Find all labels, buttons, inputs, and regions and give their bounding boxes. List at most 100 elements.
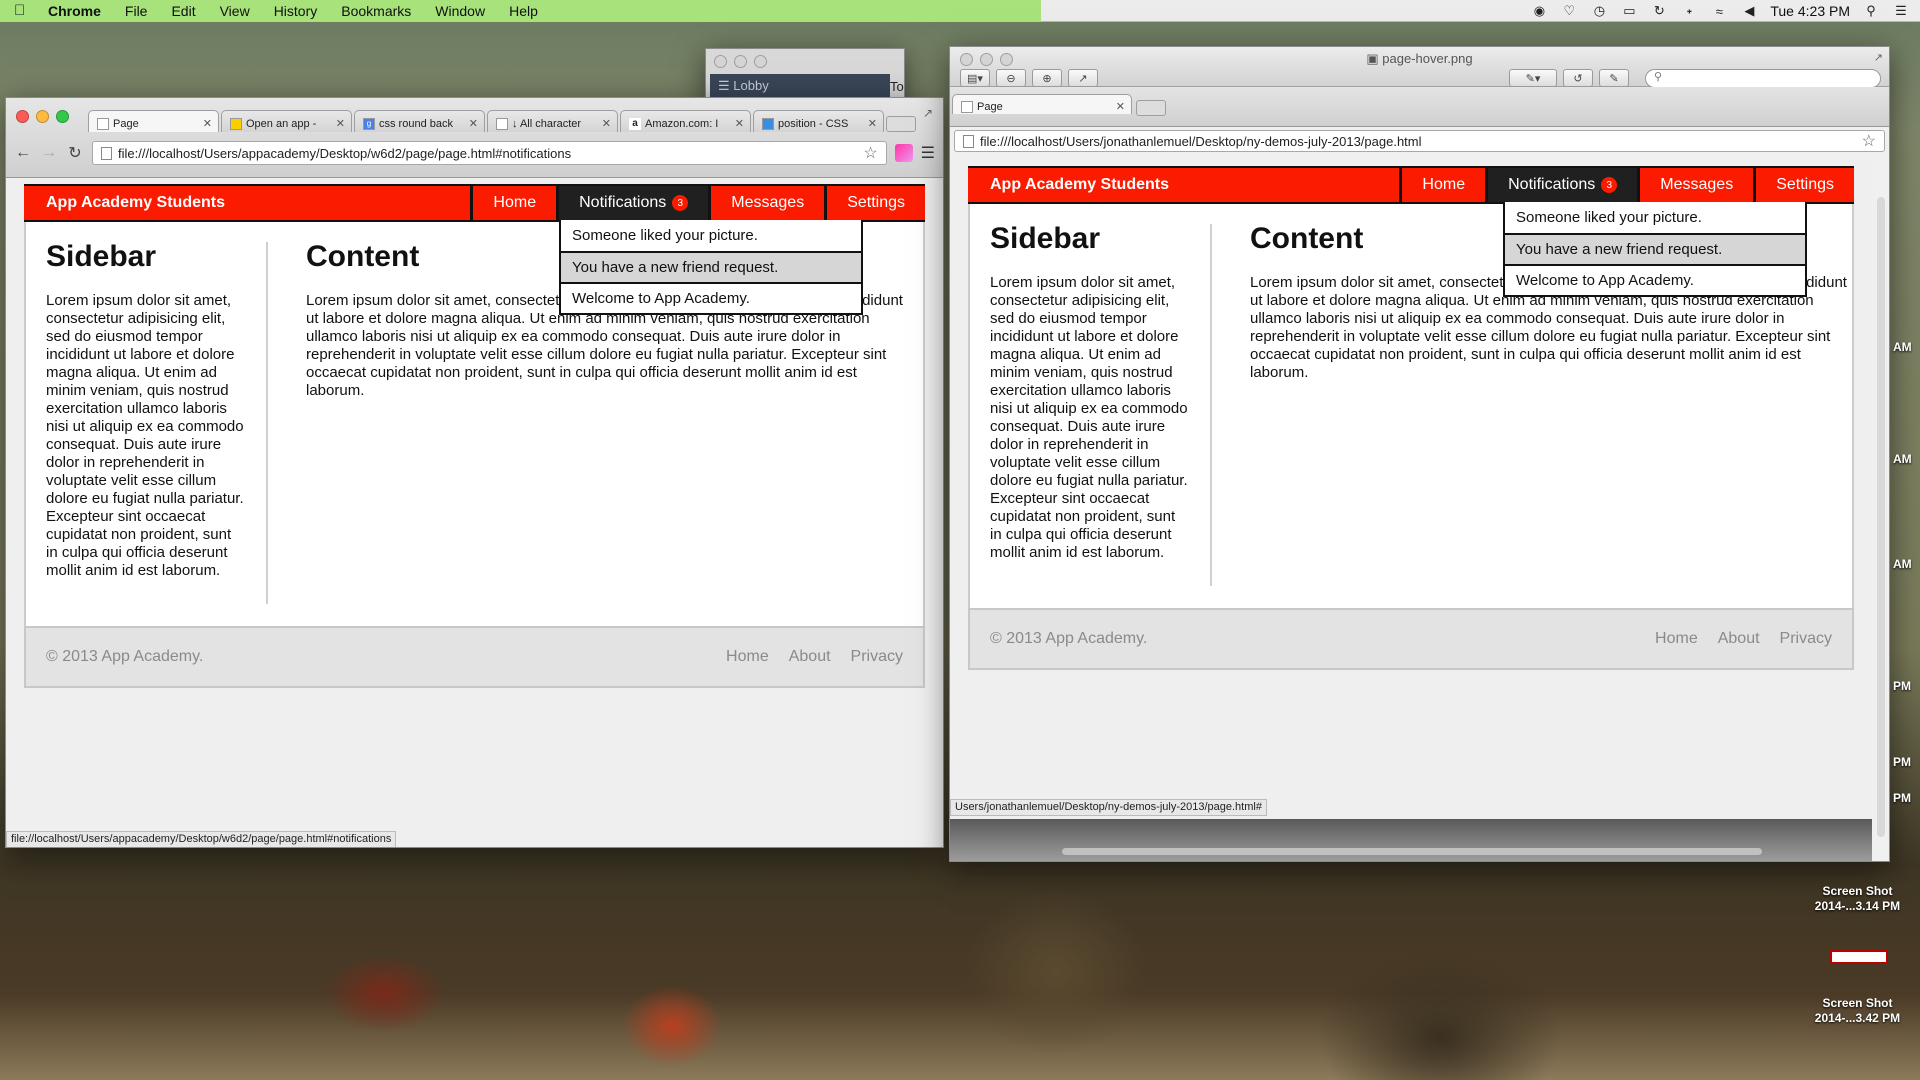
footer-copyright: © 2013 App Academy. [990, 630, 1148, 647]
captured-omnibox: file:///localhost/Users/jonathanlemuel/D… [950, 128, 1889, 154]
image-file-icon: ▣ [1366, 51, 1383, 66]
nav-settings[interactable]: Settings [824, 186, 925, 220]
close-tab-icon: ✕ [1115, 101, 1125, 113]
notification-item[interactable]: You have a new friend request. [561, 251, 861, 282]
captured-address-text: file:///localhost/Users/jonathanlemuel/D… [980, 133, 1422, 149]
captured-tab-strip: Page ✕ [950, 87, 1889, 127]
close-tab-icon[interactable]: ✕ [469, 117, 478, 130]
close-icon[interactable] [714, 55, 727, 68]
stack-icon [762, 117, 774, 130]
time-machine-icon[interactable]: ↻ [1650, 3, 1668, 18]
spotlight-search-icon[interactable]: ⚲ [1862, 3, 1880, 18]
amazon-icon: a [629, 117, 641, 130]
close-tab-icon[interactable]: ✕ [336, 117, 345, 130]
zoom-icon[interactable] [754, 55, 767, 68]
tab-amazon[interactable]: a Amazon.com: I ✕ [620, 110, 751, 132]
menu-view[interactable]: View [208, 3, 262, 19]
notification-item[interactable]: Welcome to App Academy. [561, 282, 861, 313]
markup-icon[interactable]: ✎▾ [1509, 69, 1557, 87]
evernote-icon[interactable]: ◉ [1530, 3, 1548, 18]
menu-help[interactable]: Help [497, 3, 550, 19]
close-icon[interactable] [16, 110, 29, 123]
footer-copyright: © 2013 App Academy. [46, 648, 204, 665]
footer-link-about[interactable]: About [789, 648, 831, 666]
sidebar-view-button[interactable]: ▤▾ [960, 69, 990, 87]
desktop-file-screenshot-1[interactable]: Screen Shot 2014-...3.14 PM [1800, 884, 1915, 914]
bookmark-star-icon[interactable]: ☆ [863, 143, 877, 163]
tommy-label[interactable]: Tommy [890, 79, 904, 94]
tab-position-css[interactable]: position - CSS ✕ [753, 110, 884, 132]
menu-edit[interactable]: Edit [159, 3, 207, 19]
vertical-scrollbar[interactable] [1877, 197, 1885, 837]
tab-label: css round back [379, 117, 453, 130]
menubar-clock[interactable]: Tue 4:23 PM [1770, 3, 1850, 19]
fullscreen-icon[interactable]: ↗ [1874, 51, 1883, 64]
footer-link-privacy[interactable]: Privacy [851, 648, 903, 666]
menu-history[interactable]: History [262, 3, 330, 19]
file-name-line2: 2014-...3.14 PM [1814, 899, 1901, 913]
clock-app-icon[interactable]: ◷ [1590, 3, 1608, 18]
tab-label: Page [977, 100, 1003, 113]
apple-icon[interactable]:  [14, 2, 36, 19]
zoom-out-icon[interactable]: ⊖ [996, 69, 1026, 87]
tab-page[interactable]: Page ✕ [88, 110, 219, 132]
new-tab-button[interactable] [886, 116, 916, 132]
forward-icon[interactable]: → [40, 144, 58, 162]
sidebar-heading: Sidebar [990, 222, 1101, 255]
menu-bookmarks[interactable]: Bookmarks [329, 3, 423, 19]
notification-bell-icon[interactable]: ♡ [1560, 3, 1578, 18]
menu-window[interactable]: Window [423, 3, 497, 19]
menu-app-name[interactable]: Chrome [36, 3, 113, 19]
close-tab-icon[interactable]: ✕ [203, 117, 212, 130]
nav-messages[interactable]: Messages [708, 186, 824, 220]
nav-notifications: Notifications 3 [1485, 168, 1638, 202]
site-footer: © 2013 App Academy. Home About Privacy [24, 626, 925, 688]
zoom-in-icon[interactable]: ⊕ [1032, 69, 1062, 87]
sidebar-divider [266, 242, 268, 604]
close-tab-icon[interactable]: ✕ [868, 117, 877, 130]
bluetooth-icon[interactable]: ᛭ [1680, 4, 1698, 19]
footer-links: Home About Privacy [726, 648, 903, 666]
close-tab-icon[interactable]: ✕ [602, 117, 611, 130]
tab-all-characters[interactable]: ↓ All character ✕ [487, 110, 618, 132]
preview-search-field[interactable]: ⚲ [1645, 69, 1881, 88]
tab-css-round[interactable]: g css round back ✕ [354, 110, 485, 132]
back-icon[interactable]: ← [14, 144, 32, 162]
volume-icon[interactable]: ◀ [1740, 3, 1758, 18]
close-tab-icon[interactable]: ✕ [735, 117, 744, 130]
notification-center-icon[interactable]: ☰ [1892, 3, 1910, 18]
wifi-icon[interactable]: ≈ [1710, 4, 1728, 19]
airplay-icon[interactable]: ▭ [1620, 3, 1638, 18]
desktop-edge-label: PM [1893, 679, 1911, 693]
chrome-menu-icon[interactable]: ☰ [921, 143, 935, 163]
desktop-file-screenshot-2[interactable]: Screen Shot 2014-...3.42 PM [1800, 996, 1915, 1026]
minimize-icon[interactable] [36, 110, 49, 123]
notifications-count-badge: 3 [1601, 177, 1618, 193]
file-name-line1: Screen Shot [1822, 996, 1893, 1010]
screenshot-thumbnail-icon[interactable] [1830, 950, 1888, 964]
nav-home[interactable]: Home [470, 186, 556, 220]
share-icon[interactable]: ↗ [1068, 69, 1098, 87]
site-nav: Home Notifications 3 Messages Settings [1399, 168, 1854, 202]
menu-file[interactable]: File [113, 3, 160, 19]
notification-item[interactable]: Someone liked your picture. [561, 220, 861, 251]
reload-icon[interactable]: ↻ [66, 143, 84, 163]
tab-label: Amazon.com: I [645, 117, 719, 130]
lobby-sidebar-item[interactable]: ☰ Lobby [710, 74, 890, 98]
edit-toolbar-icon[interactable]: ✎ [1599, 69, 1629, 87]
nav-notifications[interactable]: Notifications 3 [556, 186, 709, 220]
omnibox-row: ← → ↻ file:///localhost/Users/appacademy… [6, 138, 943, 168]
address-bar[interactable]: file:///localhost/Users/appacademy/Deskt… [92, 141, 887, 165]
footer-link-home[interactable]: Home [726, 648, 769, 666]
fullscreen-icon[interactable]: ↗ [923, 106, 933, 120]
nav-home-label: Home [493, 194, 537, 211]
tab-open-an-app[interactable]: Open an app - ✕ [221, 110, 352, 132]
rotate-icon[interactable]: ↺ [1563, 69, 1593, 87]
zoom-icon[interactable] [56, 110, 69, 123]
brand-link[interactable]: App Academy Students [24, 194, 470, 212]
notifications-count-badge: 3 [672, 195, 689, 211]
minimize-icon[interactable] [734, 55, 747, 68]
notification-item: You have a new friend request. [1505, 233, 1805, 264]
extension-icon[interactable] [894, 144, 913, 162]
horizontal-scrollbar[interactable] [1062, 848, 1762, 855]
